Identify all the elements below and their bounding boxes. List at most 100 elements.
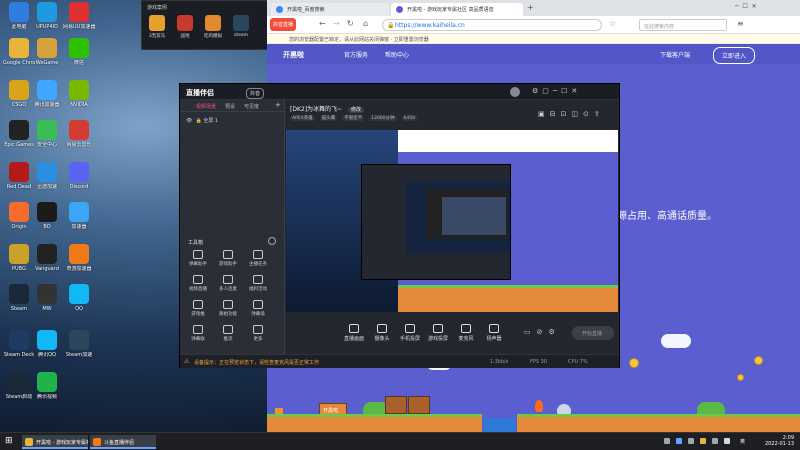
game-icon: [205, 15, 221, 31]
forward-icon[interactable]: →: [333, 19, 340, 28]
menu-icon[interactable]: ≡: [737, 19, 744, 28]
game-item[interactable]: 战地: [172, 15, 198, 39]
platform-badge[interactable]: 抖音: [246, 88, 265, 99]
scene-row[interactable]: 👁 🔒 全屏 1: [186, 117, 218, 124]
desktop-icon-label: Vanguard: [35, 266, 59, 272]
desktop-icon[interactable]: 腾讯视频: [31, 372, 63, 400]
desktop-icon[interactable]: 奇游加速器: [63, 244, 95, 272]
desktop-icon[interactable]: 网易云音乐: [63, 120, 95, 148]
stat-fps: FPS 30: [530, 359, 548, 365]
control-icon: [433, 324, 443, 333]
tab-scene[interactable]: 视频场景: [196, 103, 216, 110]
preview-nested-window: [361, 164, 511, 280]
url-input[interactable]: 🔒 https://www.kaiheila.cn: [382, 19, 602, 31]
toolbox-item[interactable]: 推流: [218, 325, 238, 342]
toolbox-item[interactable]: 主播任务: [248, 250, 268, 267]
start-stream-button[interactable]: 开始直播: [572, 326, 614, 340]
stream-preview[interactable]: [286, 130, 618, 312]
desktop-icon[interactable]: Vanguard: [31, 244, 63, 272]
desktop-icon-label: MW: [42, 306, 52, 312]
desktop-icon[interactable]: 网易UU加速器: [63, 2, 95, 30]
edit-title-button[interactable]: 修改: [348, 107, 365, 113]
tray-app-icon[interactable]: [700, 438, 706, 444]
toolbox-item[interactable]: 更多: [248, 325, 268, 342]
toolbox-item[interactable]: 福利活动: [248, 275, 268, 292]
control-button[interactable]: 扬声器: [480, 324, 508, 342]
game-icon: [233, 15, 249, 31]
browser-search-input[interactable]: 在此搜索内容: [639, 19, 727, 31]
desktop-icon[interactable]: BO: [31, 202, 63, 230]
stream-tools[interactable]: ▣⊟⊡◫⊙⇪: [538, 110, 605, 118]
control-button[interactable]: 麦克风: [452, 324, 480, 342]
toolbox-item[interactable]: 游戏助手: [218, 250, 238, 267]
toolbox-item[interactable]: 跟拍功能: [218, 300, 238, 317]
browser-tab-kaiheila[interactable]: 开黑啦 - 游戏玩家专属社区 高品质语音: [391, 3, 523, 16]
avatar[interactable]: [510, 87, 520, 97]
control-button[interactable]: 游戏投屏: [424, 324, 452, 342]
stream-tags: APEX英雄 猫头鹰 不限定不 12000分钟 6450: [290, 115, 422, 121]
preview-nested-screen-2: [442, 197, 506, 235]
control-button[interactable]: 手机投屏: [396, 324, 424, 342]
windows-start-icon[interactable]: ⊞: [5, 436, 13, 446]
tray-network-icon[interactable]: [664, 438, 670, 444]
browser-tab-baidu[interactable]: 开黑啦_百度搜索: [271, 3, 389, 16]
tab-preset[interactable]: 预设: [225, 103, 235, 110]
control-button[interactable]: 摄像头: [368, 324, 396, 342]
game-item[interactable]: 吃鸡模拟: [200, 15, 226, 39]
enter-button[interactable]: 立即进入: [713, 47, 756, 64]
tab-visibility[interactable]: 可见度: [244, 103, 259, 110]
desktop-icon[interactable]: 微信: [63, 38, 95, 66]
nav-official[interactable]: 官方服务: [344, 50, 368, 59]
desktop-icon[interactable]: 腾讯加速器: [31, 80, 63, 108]
desktop-icon[interactable]: UPUP4ID: [31, 2, 63, 30]
tray-app-icon[interactable]: [676, 438, 682, 444]
toolbox-item[interactable]: 弹幕收: [188, 325, 208, 342]
window-controls[interactable]: ⚙▢─☐✕: [532, 87, 581, 95]
clock[interactable]: 2:09 2022-01-13: [765, 435, 794, 447]
desktop-icon[interactable]: NVIDIA: [63, 80, 95, 108]
control-icon: [349, 324, 359, 333]
tray-app-icon[interactable]: [712, 438, 718, 444]
desktop-icon[interactable]: 加速器: [63, 202, 95, 230]
toolbox-item[interactable]: 视频直播: [188, 275, 208, 292]
taskbar-app[interactable]: 开黑啦 - 游戏玩家专属社区...: [22, 435, 88, 449]
bookmark-star-icon[interactable]: ☆: [609, 19, 616, 28]
toolbox-toggle-icon[interactable]: [268, 237, 276, 245]
tray-app-icon[interactable]: [688, 438, 694, 444]
desktop-icon-label: QQ: [75, 306, 83, 312]
reload-icon[interactable]: ↻: [347, 19, 354, 28]
douyin-badge[interactable]: 抖音直播: [270, 18, 296, 31]
game-item[interactable]: steam: [228, 15, 254, 38]
tray-volume-icon[interactable]: [724, 438, 730, 444]
taskbar-app[interactable]: 斗鱼直播伴侣: [90, 435, 156, 449]
tab-label: 开黑啦_百度搜索: [287, 7, 325, 13]
desktop-icon[interactable]: 迅游加速: [31, 162, 63, 190]
toolbox-item[interactable]: 弹幕墙: [248, 300, 268, 317]
toolbox-item[interactable]: 多人连麦: [218, 275, 238, 292]
back-icon[interactable]: ←: [319, 19, 326, 28]
toolbox-item[interactable]: 弹幕助手: [188, 250, 208, 267]
desktop-icon[interactable]: 安全中心: [31, 120, 63, 148]
site-logo[interactable]: 开黑啦: [283, 50, 304, 60]
window-controls[interactable]: ─ ☐ ✕: [735, 3, 757, 10]
extra-controls[interactable]: ▭⊘⚙: [524, 328, 561, 336]
nav-help[interactable]: 帮助中心: [385, 50, 409, 59]
game-item[interactable]: 3无双马: [144, 15, 170, 39]
desktop-icon[interactable]: Steam加速: [63, 330, 95, 358]
desktop-icon[interactable]: MW: [31, 284, 63, 312]
notice-text: 您的浏览器配置已锁定，请从此网站关闭弹窗 · 立即重置浏览器: [289, 37, 429, 43]
home-icon[interactable]: ⌂: [363, 19, 368, 28]
desktop-icon[interactable]: 腾讯QQ: [31, 330, 63, 358]
control-button[interactable]: 直播画面: [340, 324, 368, 342]
new-tab-icon[interactable]: +: [527, 3, 534, 12]
desktop-icon[interactable]: QQ: [63, 284, 95, 312]
input-language[interactable]: 英: [740, 438, 745, 445]
nav-download[interactable]: 下载客户端: [660, 50, 690, 59]
taskbar-app-icon: [93, 438, 101, 446]
desktop-icon[interactable]: Discord: [63, 162, 95, 190]
desktop-icon[interactable]: WeGame: [31, 38, 63, 66]
add-icon[interactable]: +: [275, 101, 281, 109]
toolbox-item[interactable]: 游戏推: [188, 300, 208, 317]
rock: [557, 404, 571, 414]
tool-icon: [193, 275, 203, 284]
